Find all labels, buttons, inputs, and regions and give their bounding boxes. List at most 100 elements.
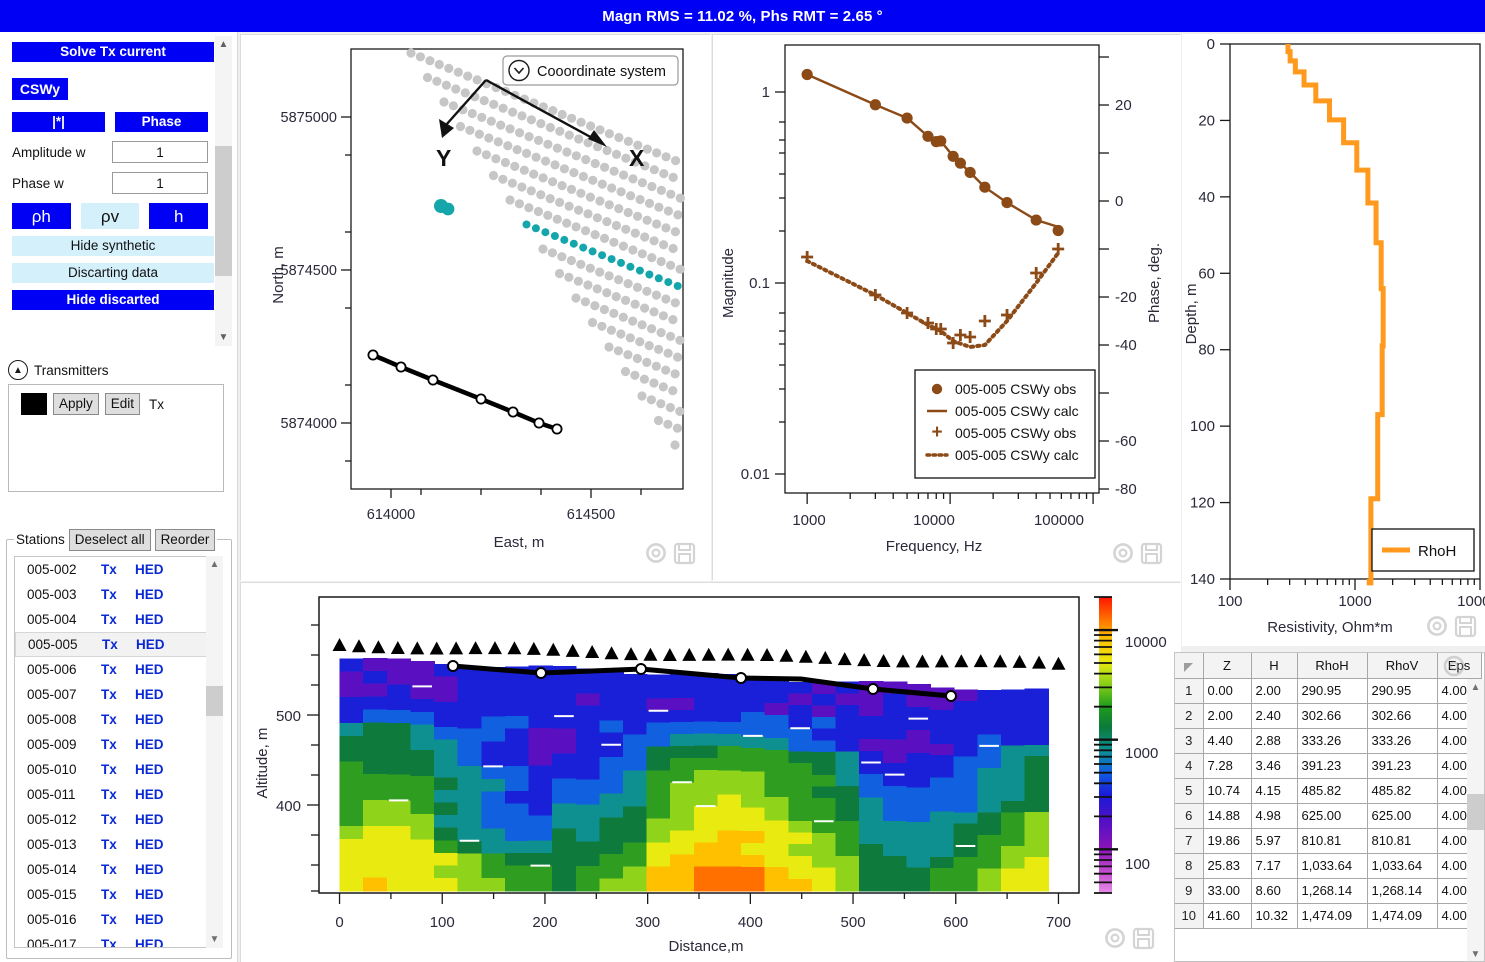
- table-corner-cell[interactable]: [1175, 653, 1204, 679]
- cell-z[interactable]: 10.74: [1202, 777, 1252, 804]
- cell-h[interactable]: 10.32: [1250, 902, 1298, 929]
- hide-discarded-button[interactable]: Hide discarted: [12, 290, 214, 310]
- stations-list[interactable]: 005-002 Tx HED 005-003 Tx HED 005-004 Tx HED 005-…: [14, 556, 214, 948]
- cell-rhoh[interactable]: 391.23: [1296, 752, 1368, 779]
- cell-rhov[interactable]: 391.23: [1366, 752, 1438, 779]
- table-row[interactable]: 8 25.83 7.17 1,033.64 1,033.64 4.00: [1175, 852, 1482, 879]
- controls-vertical-scrollbar[interactable]: ▲ ▼: [215, 36, 232, 346]
- stations-vertical-scrollbar[interactable]: ▲ ▼: [206, 556, 223, 948]
- amplitude-weight-input[interactable]: [112, 141, 208, 163]
- station-list-item[interactable]: 005-008 Tx HED: [15, 707, 213, 732]
- table-row[interactable]: 4 7.28 3.46 391.23 391.23 4.00: [1175, 752, 1482, 779]
- station-list-item[interactable]: 005-009 Tx HED: [15, 732, 213, 757]
- cell-rhov[interactable]: 1,268.14: [1366, 877, 1438, 904]
- cell-z[interactable]: 33.00: [1202, 877, 1252, 904]
- cell-rhov[interactable]: 625.00: [1366, 802, 1438, 829]
- cross-section-svg[interactable]: 500 400 Altitude, m 0 100 200 300 400 500 600 7…: [241, 583, 1181, 962]
- model-layers-table-wrapper[interactable]: Z H RhoH RhoV Eps 1 0.00 2.00 290.95 290.95 4…: [1174, 652, 1485, 962]
- cell-rhoh[interactable]: 1,033.64: [1296, 852, 1368, 879]
- table-scroll-up-icon[interactable]: ▲: [1467, 679, 1484, 696]
- table-row[interactable]: 10 41.60 10.32 1,474.09 1,474.09 4.00: [1175, 902, 1482, 929]
- cell-h[interactable]: 2.40: [1250, 702, 1298, 729]
- table-header-rhov[interactable]: RhoV: [1366, 653, 1438, 679]
- table-scrollbar-thumb[interactable]: [1467, 794, 1484, 830]
- table-row[interactable]: 3 4.40 2.88 333.26 333.26 4.00: [1175, 727, 1482, 754]
- transmitter-color-swatch[interactable]: [21, 393, 47, 415]
- cell-rhov[interactable]: 485.82: [1366, 777, 1438, 804]
- component-cswy-button[interactable]: CSWy: [12, 78, 68, 100]
- cell-rhoh[interactable]: 302.66: [1296, 702, 1368, 729]
- cell-h[interactable]: 5.97: [1250, 827, 1298, 854]
- table-row[interactable]: 9 33.00 8.60 1,268.14 1,268.14 4.00: [1175, 877, 1482, 904]
- rho-h-button[interactable]: ρh: [12, 203, 71, 229]
- apply-button[interactable]: Apply: [53, 393, 99, 415]
- model-layers-table[interactable]: Z H RhoH RhoV Eps 1 0.00 2.00 290.95 290.95 4…: [1175, 653, 1482, 929]
- station-list-item[interactable]: 005-014 Tx HED: [15, 857, 213, 882]
- cell-rhoh[interactable]: 333.26: [1296, 727, 1368, 754]
- hide-synthetic-button[interactable]: Hide synthetic: [12, 236, 214, 256]
- cell-rhoh[interactable]: 290.95: [1296, 677, 1368, 704]
- solve-tx-current-button[interactable]: Solve Tx current: [12, 42, 214, 62]
- coordinate-system-button[interactable]: Cooordinate system: [502, 55, 679, 86]
- cell-h[interactable]: 7.17: [1250, 852, 1298, 879]
- map-plot-svg[interactable]: 5875000 5874500 5874000 614000 614500 Ea…: [241, 35, 711, 581]
- station-list-item[interactable]: 005-017 Tx HED: [15, 932, 213, 947]
- cell-z[interactable]: 0.00: [1202, 677, 1252, 704]
- table-row[interactable]: 2 2.00 2.40 302.66 302.66 4.00: [1175, 702, 1482, 729]
- table-header-h[interactable]: H: [1250, 653, 1298, 679]
- table-row[interactable]: 6 14.88 4.98 625.00 625.00 4.00: [1175, 802, 1482, 829]
- cell-rhov[interactable]: 1,033.64: [1366, 852, 1438, 879]
- station-list-item[interactable]: 005-016 Tx HED: [15, 907, 213, 932]
- scrollbar-thumb[interactable]: [215, 146, 232, 276]
- table-header-rhoh[interactable]: RhoH: [1296, 653, 1368, 679]
- station-list-item[interactable]: 005-005 Tx HED: [15, 632, 213, 657]
- magnitude-toggle-button[interactable]: |*|: [12, 112, 105, 132]
- scroll-down-arrow-icon[interactable]: ▼: [215, 329, 232, 346]
- cell-h[interactable]: 4.15: [1250, 777, 1298, 804]
- cell-z[interactable]: 4.40: [1202, 727, 1252, 754]
- rho-v-button[interactable]: ρv: [80, 203, 140, 229]
- station-list-item[interactable]: 005-004 Tx HED: [15, 607, 213, 632]
- table-row[interactable]: 5 10.74 4.15 485.82 485.82 4.00: [1175, 777, 1482, 804]
- table-row[interactable]: 1 0.00 2.00 290.95 290.95 4.00: [1175, 677, 1482, 704]
- phase-weight-input[interactable]: [112, 172, 208, 194]
- cell-z[interactable]: 14.88: [1202, 802, 1252, 829]
- cell-h[interactable]: 2.88: [1250, 727, 1298, 754]
- table-row[interactable]: 7 19.86 5.97 810.81 810.81 4.00: [1175, 827, 1482, 854]
- stations-scrollbar-thumb[interactable]: [206, 686, 223, 716]
- cell-rhoh[interactable]: 1,474.09: [1296, 902, 1368, 929]
- table-gear-icon[interactable]: [1442, 654, 1466, 678]
- station-list-item[interactable]: 005-006 Tx HED: [15, 657, 213, 682]
- station-list-item[interactable]: 005-011 Tx HED: [15, 782, 213, 807]
- resistivity-depth-svg[interactable]: 0 20 40 60 80 100 120 140 Depth, m 100 1000 100…: [1182, 34, 1485, 646]
- stations-scroll-down-icon[interactable]: ▼: [206, 931, 223, 948]
- phase-toggle-button[interactable]: Phase: [115, 112, 208, 132]
- cell-z[interactable]: 7.28: [1202, 752, 1252, 779]
- table-vertical-scrollbar[interactable]: ▲ ▼: [1467, 679, 1484, 961]
- cell-z[interactable]: 41.60: [1202, 902, 1252, 929]
- cell-rhoh[interactable]: 1,268.14: [1296, 877, 1368, 904]
- thickness-h-button[interactable]: h: [149, 203, 209, 229]
- chevron-up-icon[interactable]: ▲: [8, 360, 28, 380]
- edit-button[interactable]: Edit: [104, 393, 141, 415]
- cell-h[interactable]: 8.60: [1250, 877, 1298, 904]
- scroll-up-arrow-icon[interactable]: ▲: [215, 36, 232, 53]
- cell-h[interactable]: 4.98: [1250, 802, 1298, 829]
- station-list-item[interactable]: 005-002 Tx HED: [15, 557, 213, 582]
- frequency-plot-svg[interactable]: 1 0.1 0.01 Magnitude 20 0 -20 -40 -60 -8…: [713, 35, 1181, 581]
- cell-rhov[interactable]: 1,474.09: [1366, 902, 1438, 929]
- cell-rhoh[interactable]: 625.00: [1296, 802, 1368, 829]
- transmitter-row[interactable]: Apply Edit Tx: [9, 385, 223, 415]
- stations-scroll-up-icon[interactable]: ▲: [206, 556, 223, 573]
- table-scroll-down-icon[interactable]: ▼: [1467, 946, 1484, 961]
- station-list-item[interactable]: 005-012 Tx HED: [15, 807, 213, 832]
- cell-z[interactable]: 2.00: [1202, 702, 1252, 729]
- cell-z[interactable]: 25.83: [1202, 852, 1252, 879]
- station-list-item[interactable]: 005-013 Tx HED: [15, 832, 213, 857]
- cell-rhoh[interactable]: 485.82: [1296, 777, 1368, 804]
- cell-z[interactable]: 19.86: [1202, 827, 1252, 854]
- station-list-item[interactable]: 005-003 Tx HED: [15, 582, 213, 607]
- reorder-button[interactable]: Reorder: [154, 529, 216, 551]
- station-list-item[interactable]: 005-010 Tx HED: [15, 757, 213, 782]
- station-list-item[interactable]: 005-007 Tx HED: [15, 682, 213, 707]
